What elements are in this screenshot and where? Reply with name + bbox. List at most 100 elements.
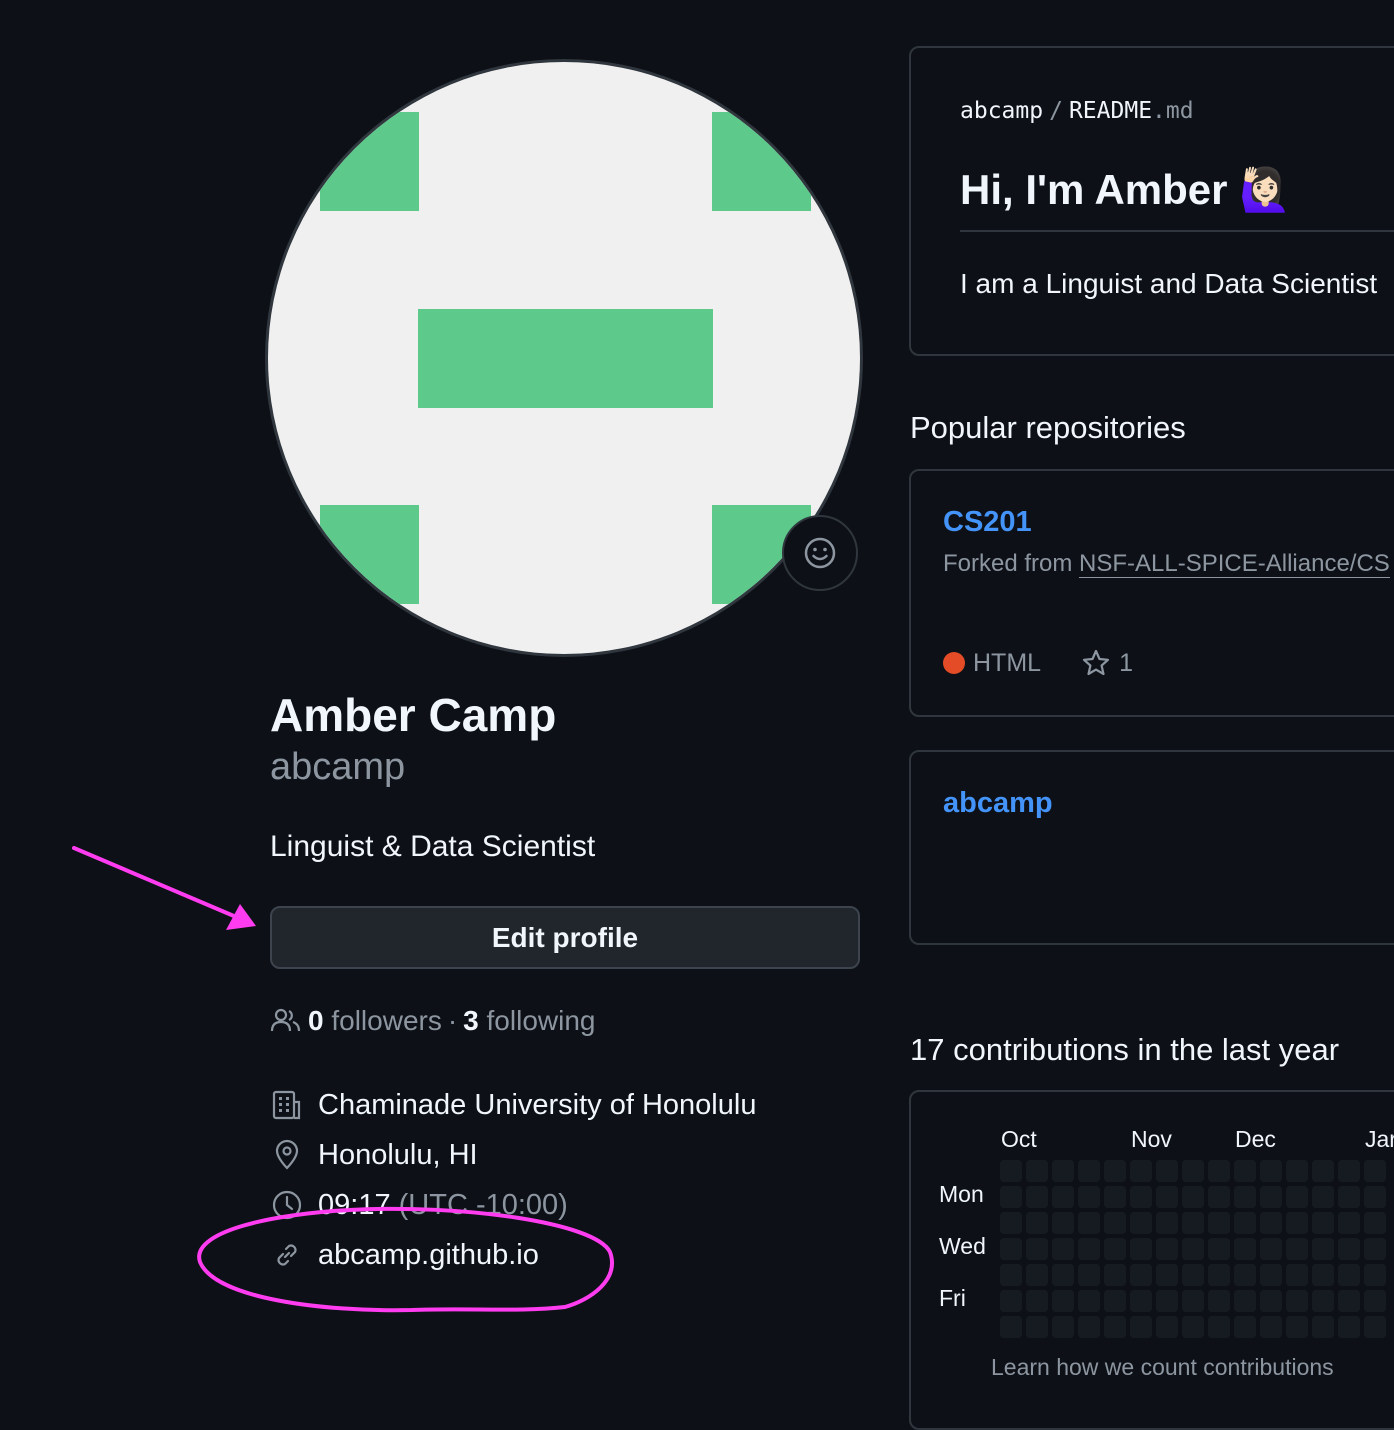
readme-path[interactable]: abcamp / README.md (960, 98, 1194, 124)
contribution-cell[interactable] (1052, 1186, 1074, 1208)
repo-name-link[interactable]: CS201 (943, 506, 1032, 539)
repo-stars-link[interactable]: 1 (1081, 648, 1133, 678)
contribution-cell[interactable] (1078, 1238, 1100, 1260)
contribution-cell[interactable] (1364, 1212, 1386, 1234)
contribution-cell[interactable] (1130, 1160, 1152, 1182)
contribution-cell[interactable] (1208, 1160, 1230, 1182)
contribution-cell[interactable] (1182, 1212, 1204, 1234)
contribution-cell[interactable] (1234, 1290, 1256, 1312)
contribution-cell[interactable] (1156, 1212, 1178, 1234)
contribution-cell[interactable] (1052, 1238, 1074, 1260)
contribution-cell[interactable] (1026, 1238, 1048, 1260)
contribution-cell[interactable] (1208, 1186, 1230, 1208)
followers-link[interactable]: 0 followers (308, 1005, 442, 1037)
contribution-cell[interactable] (1338, 1212, 1360, 1234)
contribution-cell[interactable] (1260, 1238, 1282, 1260)
contribution-cell[interactable] (1364, 1290, 1386, 1312)
contribution-cell[interactable] (1338, 1238, 1360, 1260)
forked-source-link[interactable]: NSF-ALL-SPICE-Alliance/CS (1079, 550, 1390, 578)
contribution-cell[interactable] (1130, 1264, 1152, 1286)
contribution-cell[interactable] (1078, 1186, 1100, 1208)
contribution-cell[interactable] (1130, 1186, 1152, 1208)
following-link[interactable]: 3 following (463, 1005, 595, 1037)
contribution-cell[interactable] (1130, 1238, 1152, 1260)
contribution-cell[interactable] (1052, 1264, 1074, 1286)
contribution-cell[interactable] (1260, 1186, 1282, 1208)
contribution-cell[interactable] (1000, 1160, 1022, 1182)
contribution-cell[interactable] (1026, 1290, 1048, 1312)
contribution-cell[interactable] (1104, 1316, 1126, 1338)
contribution-cell[interactable] (1338, 1160, 1360, 1182)
contribution-cell[interactable] (1026, 1264, 1048, 1286)
repo-name-link[interactable]: abcamp (943, 787, 1053, 820)
contribution-cell[interactable] (1026, 1316, 1048, 1338)
contribution-cell[interactable] (1286, 1264, 1308, 1286)
contribution-cell[interactable] (1130, 1212, 1152, 1234)
contribution-cell[interactable] (1078, 1290, 1100, 1312)
contribution-cell[interactable] (1078, 1264, 1100, 1286)
contribution-cell[interactable] (1338, 1290, 1360, 1312)
contribution-cell[interactable] (1052, 1316, 1074, 1338)
contribution-cell[interactable] (1364, 1264, 1386, 1286)
contribution-cell[interactable] (1234, 1160, 1256, 1182)
contribution-cell[interactable] (1260, 1160, 1282, 1182)
contribution-cell[interactable] (1338, 1316, 1360, 1338)
contribution-cell[interactable] (1104, 1160, 1126, 1182)
contribution-cell[interactable] (1156, 1186, 1178, 1208)
contribution-cell[interactable] (1052, 1290, 1074, 1312)
contribution-cell[interactable] (1026, 1160, 1048, 1182)
contribution-cell[interactable] (1312, 1316, 1334, 1338)
contribution-cell[interactable] (1182, 1264, 1204, 1286)
contribution-cell[interactable] (1104, 1264, 1126, 1286)
contribution-cell[interactable] (1078, 1160, 1100, 1182)
contribution-cell[interactable] (1260, 1212, 1282, 1234)
contribution-cell[interactable] (1182, 1186, 1204, 1208)
contribution-cell[interactable] (1312, 1186, 1334, 1208)
contribution-cell[interactable] (1156, 1238, 1178, 1260)
contribution-cell[interactable] (1104, 1238, 1126, 1260)
contribution-cell[interactable] (1208, 1264, 1230, 1286)
contribution-cell[interactable] (1156, 1316, 1178, 1338)
contribution-cell[interactable] (1026, 1186, 1048, 1208)
contribution-cell[interactable] (1000, 1186, 1022, 1208)
contribution-cell[interactable] (1312, 1290, 1334, 1312)
contribution-cell[interactable] (1286, 1160, 1308, 1182)
contribution-cell[interactable] (1182, 1238, 1204, 1260)
contribution-cell[interactable] (1312, 1160, 1334, 1182)
contribution-cell[interactable] (1234, 1264, 1256, 1286)
contribution-cell[interactable] (1156, 1264, 1178, 1286)
contribution-cell[interactable] (1130, 1290, 1152, 1312)
contribution-cell[interactable] (1000, 1316, 1022, 1338)
contribution-cell[interactable] (1260, 1316, 1282, 1338)
contribution-cell[interactable] (1208, 1238, 1230, 1260)
contribution-cell[interactable] (1000, 1238, 1022, 1260)
contribution-cell[interactable] (1026, 1212, 1048, 1234)
contribution-cell[interactable] (1104, 1186, 1126, 1208)
contribution-cell[interactable] (1338, 1186, 1360, 1208)
contribution-cell[interactable] (1234, 1212, 1256, 1234)
contribution-cell[interactable] (1312, 1238, 1334, 1260)
contribution-cell[interactable] (1286, 1212, 1308, 1234)
contribution-cell[interactable] (1364, 1316, 1386, 1338)
contribution-cell[interactable] (1364, 1238, 1386, 1260)
contribution-cell[interactable] (1234, 1186, 1256, 1208)
contribution-cell[interactable] (1104, 1212, 1126, 1234)
contribution-cell[interactable] (1208, 1316, 1230, 1338)
contribution-cell[interactable] (1182, 1160, 1204, 1182)
contribution-cell[interactable] (1234, 1316, 1256, 1338)
contribution-cell[interactable] (1052, 1160, 1074, 1182)
learn-contributions-link[interactable]: Learn how we count contributions (991, 1354, 1334, 1381)
contribution-cell[interactable] (1130, 1316, 1152, 1338)
contribution-cell[interactable] (1286, 1186, 1308, 1208)
contribution-cell[interactable] (1312, 1212, 1334, 1234)
edit-profile-button[interactable]: Edit profile (270, 906, 860, 969)
contribution-cell[interactable] (1052, 1212, 1074, 1234)
contribution-cell[interactable] (1000, 1264, 1022, 1286)
contribution-cell[interactable] (1078, 1212, 1100, 1234)
contribution-cell[interactable] (1156, 1160, 1178, 1182)
contribution-cell[interactable] (1364, 1160, 1386, 1182)
contribution-cell[interactable] (1104, 1290, 1126, 1312)
contribution-cell[interactable] (1312, 1264, 1334, 1286)
contribution-cell[interactable] (1364, 1186, 1386, 1208)
contribution-cell[interactable] (1338, 1264, 1360, 1286)
